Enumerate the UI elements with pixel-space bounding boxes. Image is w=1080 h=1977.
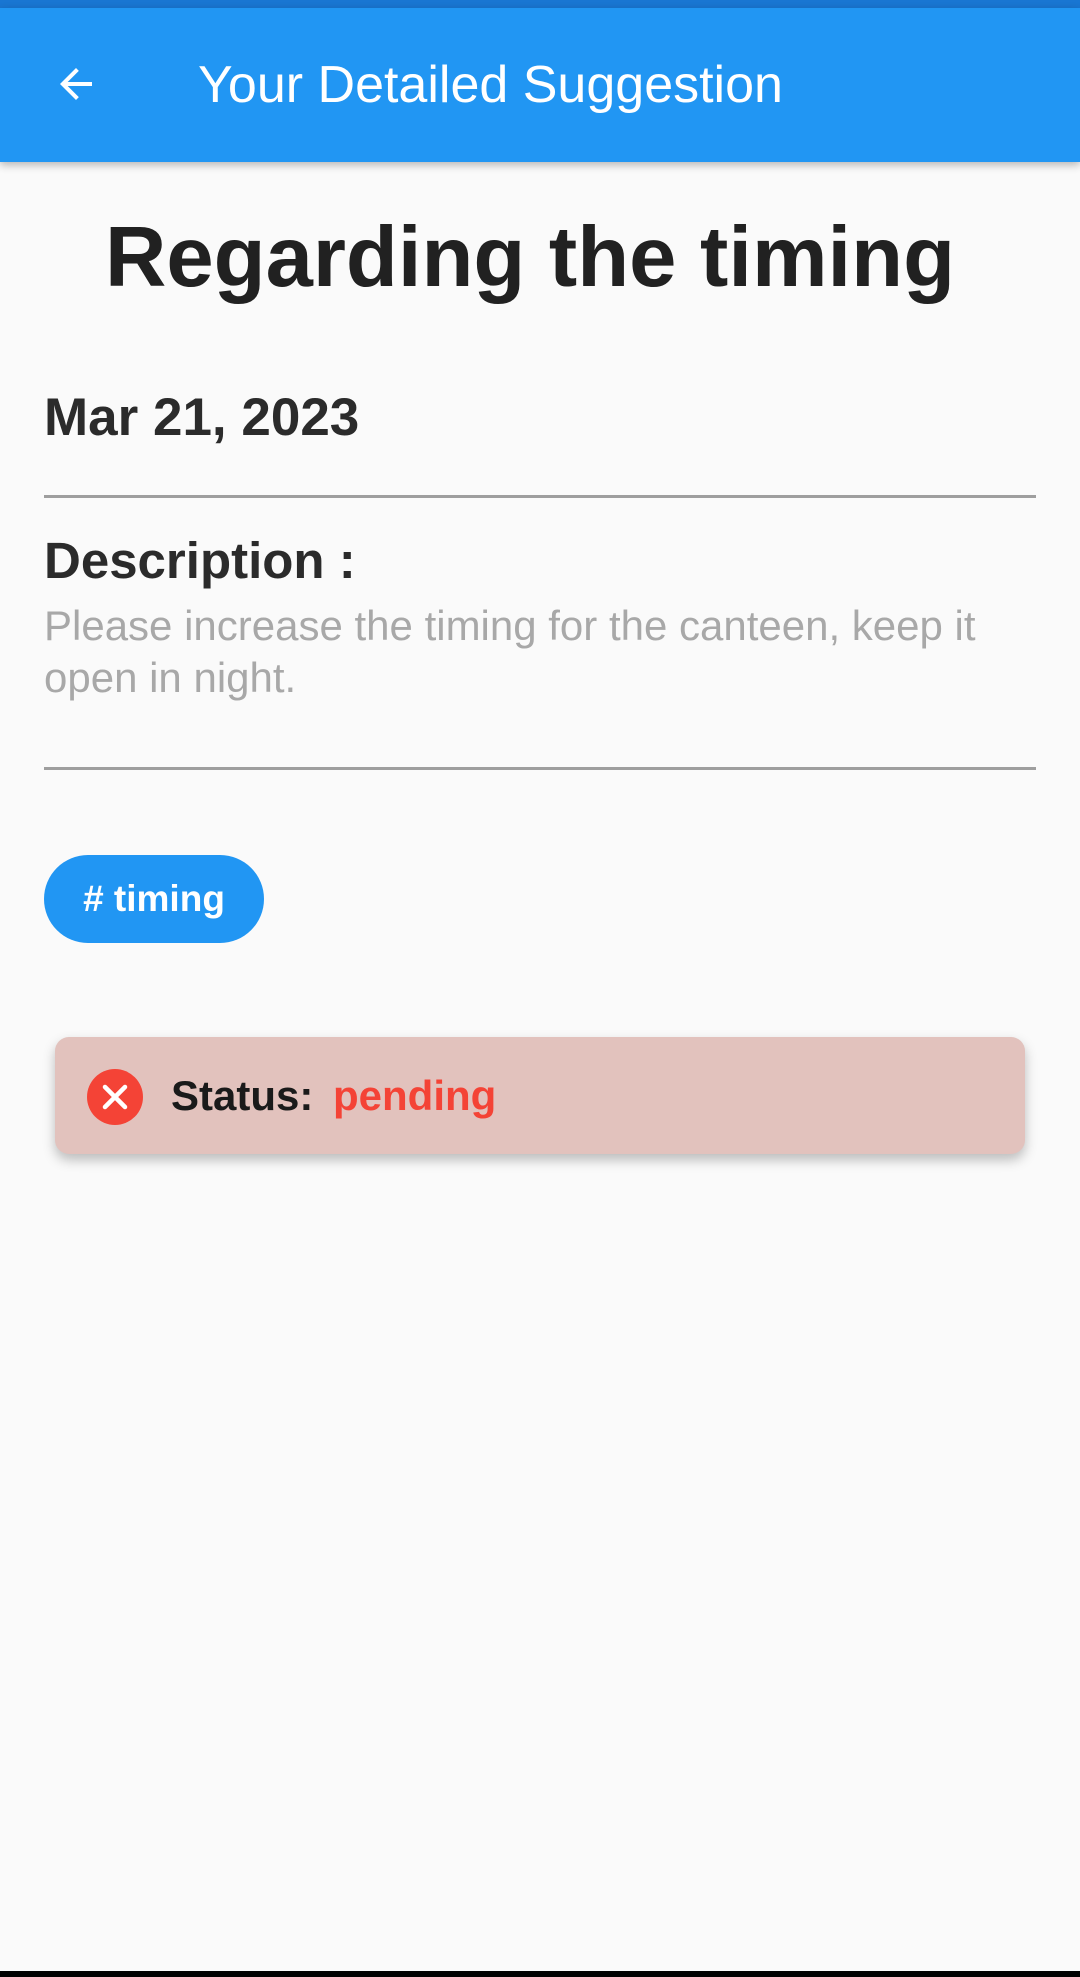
tag-chip[interactable]: # timing <box>44 855 264 943</box>
back-button[interactable] <box>36 44 116 124</box>
suggestion-title: Regarding the timing <box>105 210 955 305</box>
status-value: pending <box>333 1072 497 1119</box>
app-bar: Your Detailed Suggestion <box>0 8 1080 162</box>
status-card: Status: pending <box>55 1037 1025 1154</box>
app-bar-title: Your Detailed Suggestion <box>198 56 783 114</box>
description-label: Description : <box>44 532 356 589</box>
description-text: Please increase the timing for the cante… <box>44 602 976 701</box>
navigation-bar-edge <box>0 1971 1080 1977</box>
status-label: Status: <box>171 1072 314 1119</box>
divider-bottom <box>44 767 1036 770</box>
arrow-back-icon[interactable] <box>52 60 100 108</box>
cancel-circle-icon <box>87 1069 143 1125</box>
system-status-bar <box>0 0 1080 8</box>
suggestion-date: Mar 21, 2023 <box>44 388 360 447</box>
divider-top <box>44 495 1036 498</box>
